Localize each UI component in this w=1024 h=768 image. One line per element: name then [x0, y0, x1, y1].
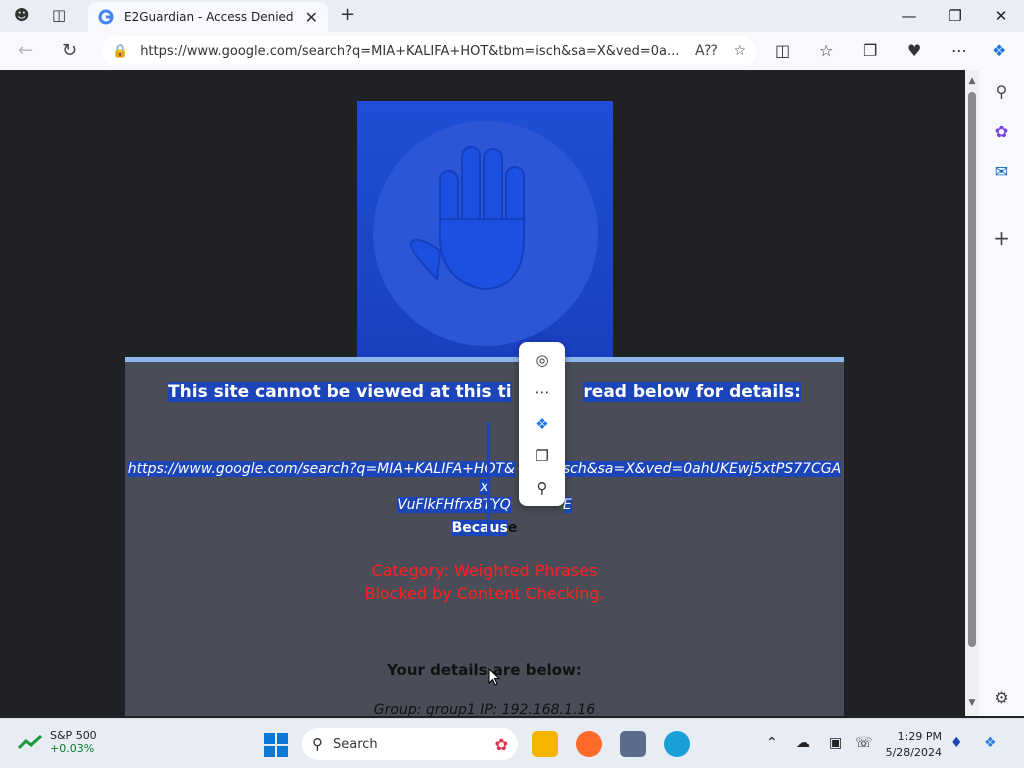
stock-widget[interactable]: S&P 500 +0.03% — [18, 729, 97, 755]
hide-menu-icon[interactable]: ◎ — [519, 344, 565, 376]
more-menu-icon[interactable]: ⋯ — [951, 41, 967, 60]
block-hand-image — [357, 101, 613, 357]
sidebar-copilot-icon[interactable]: ✿ — [979, 122, 1024, 141]
favorite-star-icon[interactable]: ☆ — [733, 43, 746, 59]
split-screen-icon[interactable]: ◫ — [775, 41, 790, 60]
taskbar-search[interactable]: ⚲ Search ✿ — [302, 728, 518, 760]
firefox-icon[interactable] — [576, 731, 602, 757]
network-tool-icon[interactable] — [620, 731, 646, 757]
search-selection-icon[interactable]: ⚲ — [519, 472, 565, 504]
stock-chart-icon — [18, 734, 42, 750]
tab-close-icon[interactable]: ✕ — [305, 8, 318, 27]
browser-toolbar: ← ↻ 🔒 https://www.google.com/search?q=MI… — [0, 32, 1024, 70]
page-title: This site cannot be viewed at this ti re… — [125, 382, 844, 402]
scroll-thumb[interactable] — [968, 92, 976, 647]
copilot-ask-icon[interactable]: ❖ — [519, 408, 565, 440]
tab-title: E2Guardian - Access Denied — [124, 10, 294, 24]
taskbar: S&P 500 +0.03% ⚲ Search ✿ ⌃ ☁ ▣ ☏ 1:29 P… — [0, 718, 1024, 768]
show-hidden-icons-icon[interactable]: ⌃ — [766, 735, 778, 751]
headline-part-b: read below for details: — [583, 382, 801, 402]
notification-bell-icon[interactable]: ♦ — [950, 735, 963, 751]
selection-mini-menu: ◎ ⋯ ❖ ❐ ⚲ — [519, 342, 565, 506]
onedrive-icon[interactable]: ☁ — [796, 735, 810, 751]
group-ip-info: Group: group1 IP: 192.168.1.16 — [373, 702, 596, 716]
clock[interactable]: 1:29 PM 5/28/2024 — [882, 729, 942, 761]
windows-start-icon[interactable] — [264, 733, 288, 757]
window-close-icon[interactable]: ✕ — [978, 4, 1024, 28]
new-tab-icon[interactable]: + — [340, 4, 355, 25]
search-icon: ⚲ — [312, 735, 323, 753]
headline-part-a: This site cannot be viewed at this ti — [168, 382, 512, 402]
tab-active[interactable]: E2Guardian - Access Denied ✕ — [88, 2, 328, 32]
address-bar[interactable]: 🔒 https://www.google.com/search?q=MIA+KA… — [102, 36, 756, 66]
scroll-down-icon[interactable]: ▼ — [965, 698, 979, 708]
selection-caret — [487, 422, 490, 532]
edge-sidebar: ⚲ ✿ ✉ + ⚙ — [979, 70, 1024, 716]
read-aloud-icon[interactable]: A⁇ — [695, 43, 717, 59]
sidebar-settings-icon[interactable]: ⚙ — [979, 688, 1024, 707]
blocked-url-part-1: https://www.google.com/search?q=MIA+KALI… — [127, 461, 515, 477]
browser-essentials-icon[interactable]: ♥ — [907, 41, 921, 60]
favorites-icon[interactable]: ☆ — [819, 41, 833, 60]
clock-time: 1:29 PM — [897, 730, 942, 743]
blocked-message-panel: This site cannot be viewed at this ti re… — [125, 357, 844, 716]
collections-icon[interactable]: ❐ — [863, 41, 877, 60]
more-options-icon[interactable]: ⋯ — [519, 376, 565, 408]
back-icon[interactable]: ← — [18, 40, 33, 61]
search-label: Search — [333, 736, 378, 752]
add-sidebar-app-icon[interactable]: + — [979, 226, 1024, 250]
title-bar: ☻ ◫ E2Guardian - Access Denied ✕ + — ❐ ✕ — [0, 0, 1024, 32]
scroll-up-icon[interactable]: ▲ — [965, 76, 979, 86]
details-heading: Your details are below: — [387, 661, 582, 679]
category-reason: Category: Weighted Phrases Blocked by Co… — [125, 559, 844, 605]
blocked-url-part-3: VuFlkFHfrxBTYQ — [397, 497, 511, 513]
url-text: https://www.google.com/search?q=MIA+KALI… — [140, 43, 679, 59]
stock-name: S&P 500 — [50, 729, 97, 742]
refresh-icon[interactable]: ↻ — [62, 40, 77, 61]
page-viewport: This site cannot be viewed at this ti re… — [4, 70, 965, 716]
minimize-icon[interactable]: — — [886, 4, 932, 28]
search-highlight-icon: ✿ — [494, 734, 508, 754]
network-icon[interactable]: ☏ — [855, 735, 873, 751]
edge-icon[interactable] — [664, 731, 690, 757]
profile-icon[interactable]: ☻ — [14, 6, 30, 24]
outlook-icon[interactable]: ✉ — [979, 162, 1024, 181]
mouse-cursor-icon — [488, 668, 500, 686]
blocked-url: https://www.google.com/search?q=MIA+KALI… — [125, 460, 844, 514]
category-line: Category: Weighted Phrases — [371, 561, 598, 580]
page-scrollbar[interactable]: ▲ ▼ — [965, 70, 979, 716]
restore-icon[interactable]: ❐ — [932, 4, 978, 28]
copilot-taskbar-icon[interactable]: ❖ — [984, 735, 997, 751]
because-label: Because — [125, 520, 844, 536]
google-favicon-icon — [98, 9, 114, 25]
copilot-icon[interactable]: ❖ — [992, 41, 1006, 60]
display-icon[interactable]: ▣ — [829, 735, 842, 751]
blocked-reason-line: Blocked by Content Checking. — [364, 584, 605, 603]
lock-icon[interactable]: 🔒 — [112, 44, 128, 59]
stop-hand-icon — [409, 146, 526, 291]
stock-change: +0.03% — [50, 742, 95, 755]
because-selected: Becaus — [451, 520, 508, 536]
tab-actions-icon[interactable]: ◫ — [52, 6, 66, 24]
because-rest: e — [507, 520, 518, 536]
sidebar-search-icon[interactable]: ⚲ — [979, 82, 1024, 101]
clock-date: 5/28/2024 — [885, 746, 942, 759]
copy-icon[interactable]: ❐ — [519, 440, 565, 472]
file-explorer-icon[interactable] — [532, 731, 558, 757]
